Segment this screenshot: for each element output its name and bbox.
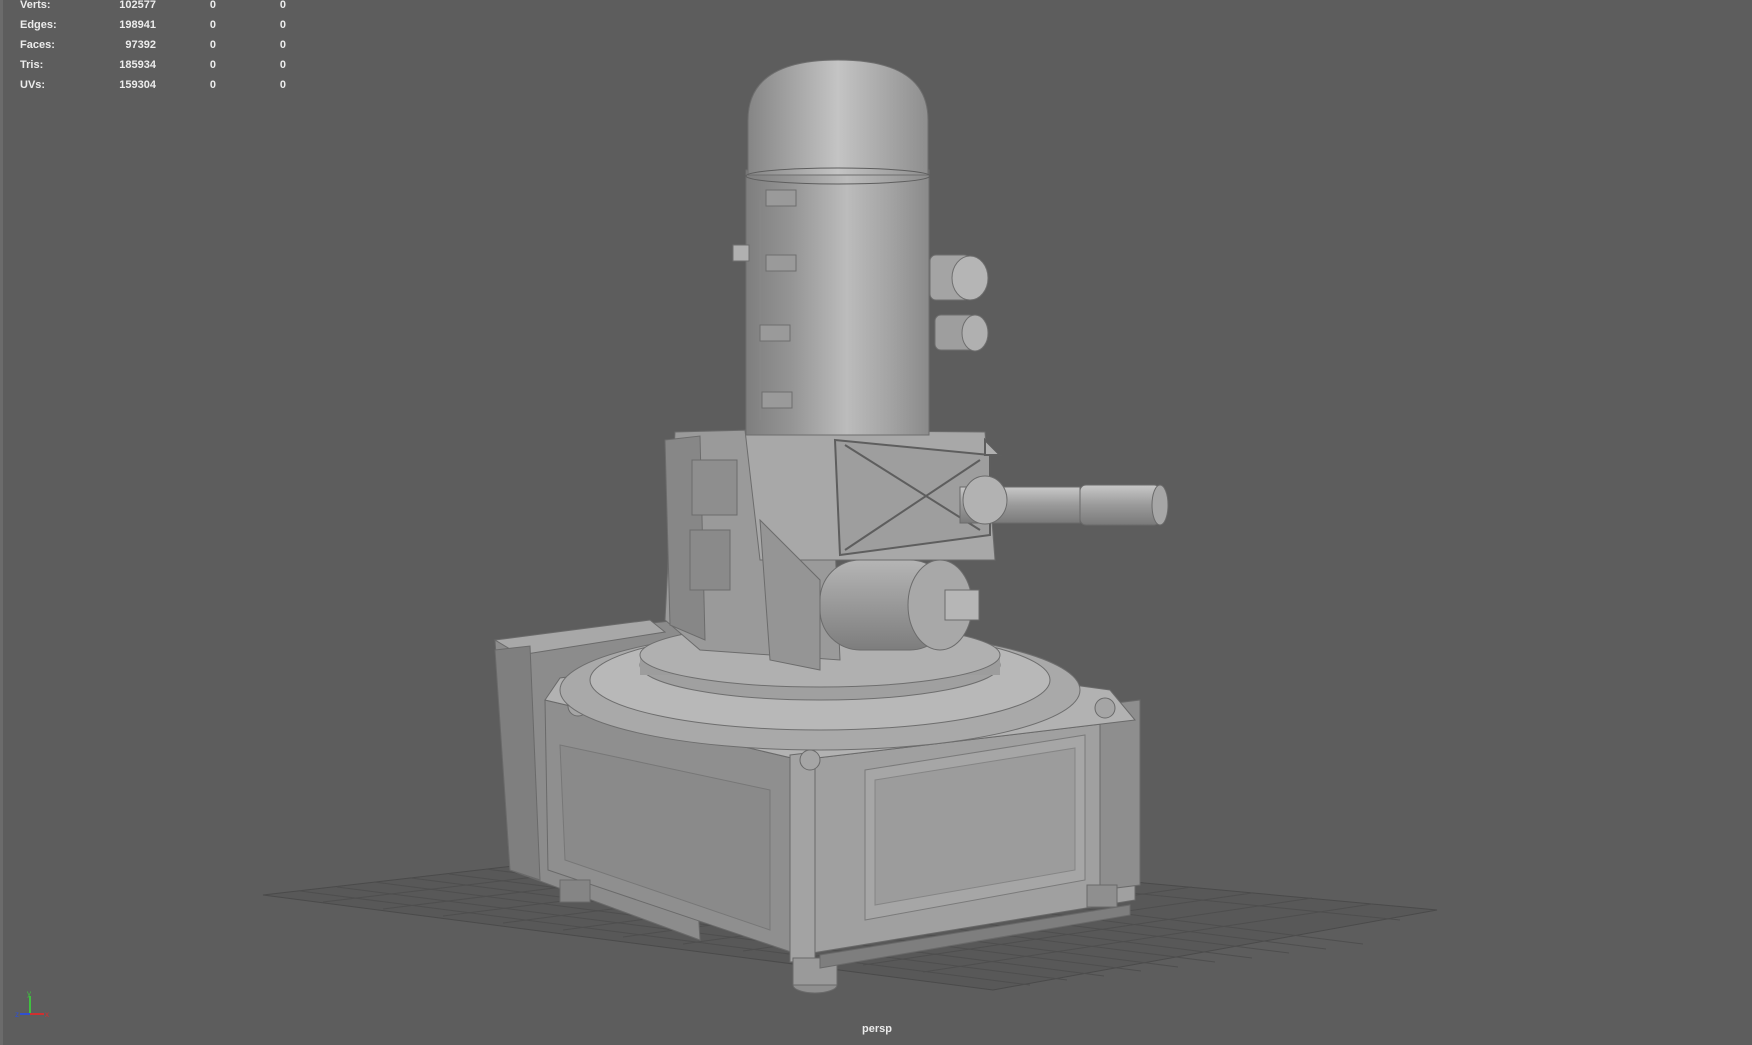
stat-label: Verts: bbox=[20, 0, 51, 11]
stat-total: 97392 bbox=[125, 39, 156, 51]
hud-row-uvs: UVs: 159304 0 0 bbox=[20, 78, 286, 98]
stat-total: 159304 bbox=[119, 79, 156, 91]
stat-label: Tris: bbox=[20, 59, 44, 71]
hud-row-edges: Edges: 198941 0 0 bbox=[20, 18, 286, 38]
stat-label: Edges: bbox=[20, 19, 57, 31]
stat-components: 0 bbox=[279, 59, 286, 71]
axis-z-label: z bbox=[15, 1010, 19, 1019]
stat-selected: 0 bbox=[209, 79, 216, 91]
stat-selected: 0 bbox=[209, 0, 216, 11]
stat-total: 102577 bbox=[119, 0, 156, 11]
side-sensors bbox=[929, 254, 989, 352]
stat-components: 0 bbox=[279, 39, 286, 51]
stat-components: 0 bbox=[279, 0, 286, 11]
ammo-drum bbox=[819, 559, 980, 651]
axis-y-label: y bbox=[27, 990, 31, 998]
stat-selected: 0 bbox=[209, 59, 216, 71]
hud-row-faces: Faces: 97392 0 0 bbox=[20, 38, 286, 58]
axis-x-label: x bbox=[45, 1010, 49, 1019]
stat-components: 0 bbox=[279, 19, 286, 31]
axis-gizmo-icon: y z x bbox=[15, 990, 49, 1019]
hud-row-tris: Tris: 185934 0 0 bbox=[20, 58, 286, 78]
poly-count-hud: Verts: 102577 0 0 Edges: 198941 0 0 Face… bbox=[20, 0, 286, 98]
stat-selected: 0 bbox=[209, 19, 216, 31]
stat-total: 198941 bbox=[119, 19, 156, 31]
perspective-viewport[interactable]: Verts: 102577 0 0 Edges: 198941 0 0 Face… bbox=[0, 0, 1752, 1045]
stat-label: UVs: bbox=[20, 79, 46, 91]
stat-total: 185934 bbox=[119, 59, 156, 71]
camera-name-label: persp bbox=[862, 1023, 892, 1035]
radome bbox=[732, 59, 931, 436]
3d-scene[interactable] bbox=[0, 0, 1752, 1045]
stat-components: 0 bbox=[279, 79, 286, 91]
stat-label: Faces: bbox=[20, 39, 55, 51]
gatling-barrel bbox=[959, 475, 1169, 526]
stat-selected: 0 bbox=[209, 39, 216, 51]
hud-row-verts: Verts: 102577 0 0 bbox=[20, 0, 286, 18]
